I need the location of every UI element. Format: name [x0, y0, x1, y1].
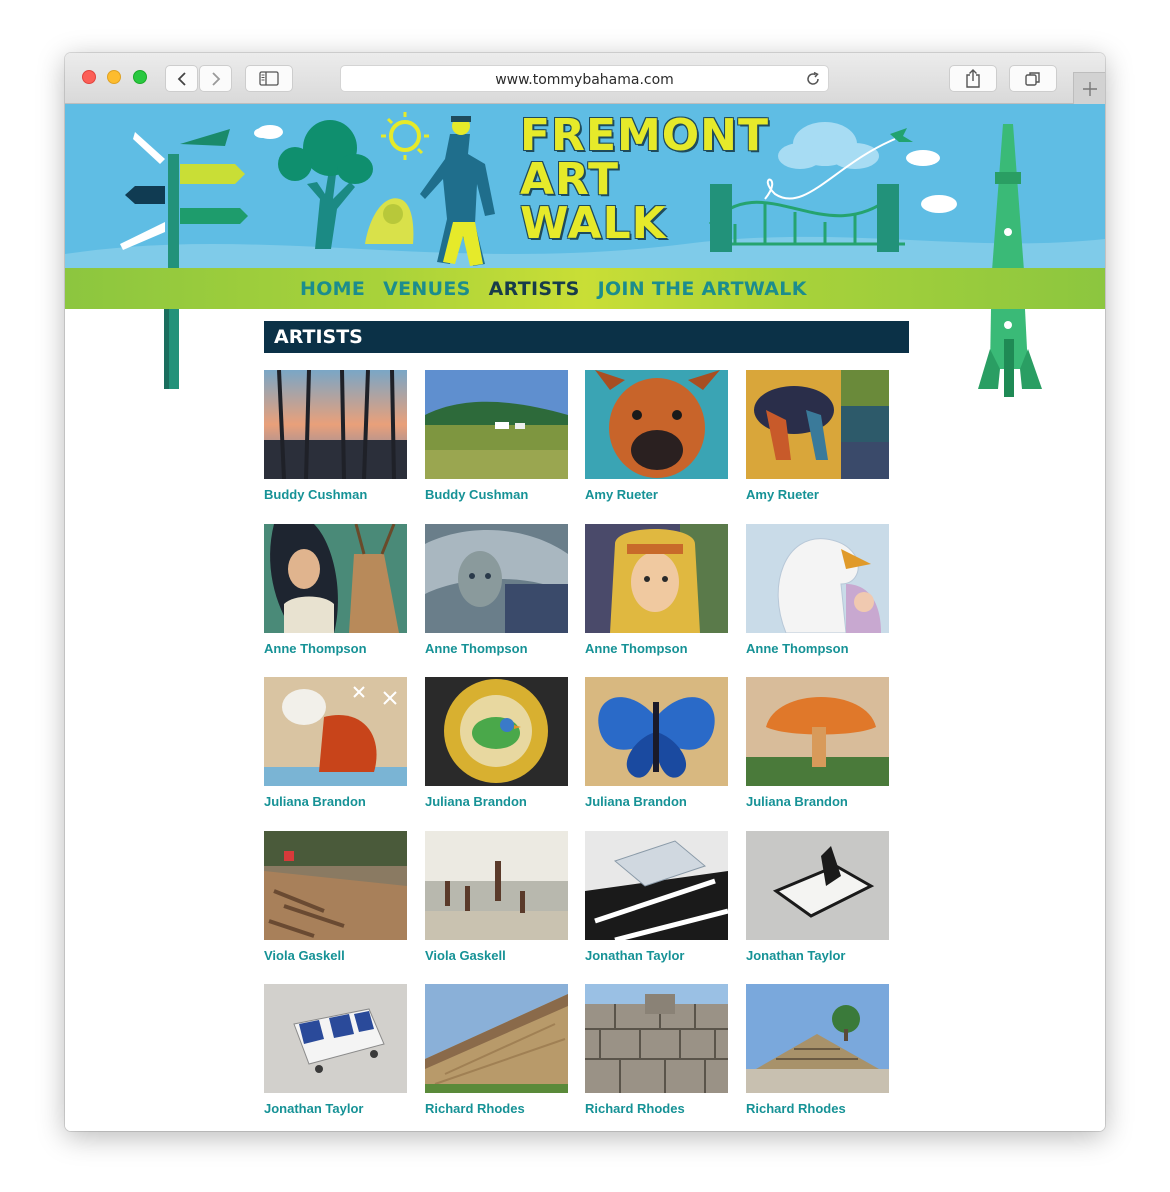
artwork-thumbnail[interactable] [746, 524, 889, 633]
artist-name-link[interactable]: Amy Rueter [585, 487, 728, 502]
artwork-thumbnail[interactable] [585, 831, 728, 940]
browser-toolbar: www.tommybahama.com [65, 53, 1105, 104]
artist-name-link[interactable]: Anne Thompson [425, 641, 568, 656]
artist-name-link[interactable]: Juliana Brandon [746, 794, 889, 809]
page-viewport: FREMONT ART WALK HOME VENUES ARTISTS JOI… [65, 104, 1105, 1131]
artwork-tile: Juliana Brandon [746, 677, 889, 809]
artwork-thumbnail[interactable] [264, 677, 407, 786]
artist-name-link[interactable]: Richard Rhodes [585, 1101, 728, 1116]
nav-artists[interactable]: ARTISTS [489, 278, 580, 300]
nav-home[interactable]: HOME [300, 278, 365, 300]
site-title[interactable]: FREMONT ART WALK [520, 114, 769, 246]
tabs-overview-button[interactable] [1009, 65, 1057, 92]
artwork-tile: Anne Thompson [264, 524, 407, 656]
tabs-icon [1025, 71, 1040, 86]
artwork-tile: Richard Rhodes [746, 984, 889, 1116]
artwork-thumbnail[interactable] [264, 370, 407, 479]
artwork-tile: Juliana Brandon [264, 677, 407, 809]
artwork-tile: Jonathan Taylor [264, 984, 407, 1116]
artist-name-link[interactable]: Buddy Cushman [264, 487, 407, 502]
site-banner: FREMONT ART WALK HOME VENUES ARTISTS JOI… [65, 104, 1105, 309]
share-button[interactable] [949, 65, 997, 92]
artist-name-link[interactable]: Juliana Brandon [264, 794, 407, 809]
sidebar-button[interactable] [245, 65, 293, 92]
artwork-thumbnail[interactable] [425, 831, 568, 940]
forward-button[interactable] [199, 65, 232, 92]
artwork-tile: Anne Thompson [585, 524, 728, 656]
artwork-tile: Amy Rueter [746, 370, 889, 502]
reload-icon[interactable] [805, 71, 821, 87]
artist-name-link[interactable]: Anne Thompson [746, 641, 889, 656]
artwork-tile: Juliana Brandon [585, 677, 728, 809]
artwork-tile: Viola Gaskell [425, 831, 568, 963]
space-needle-base [978, 309, 1042, 397]
artist-name-link[interactable]: Viola Gaskell [264, 948, 407, 963]
artwork-thumbnail[interactable] [585, 677, 728, 786]
back-button[interactable] [165, 65, 198, 92]
nav-venues[interactable]: VENUES [383, 278, 470, 300]
artwork-thumbnail[interactable] [585, 524, 728, 633]
main-nav: HOME VENUES ARTISTS JOIN THE ARTWALK [300, 278, 807, 300]
artist-name-link[interactable]: Juliana Brandon [585, 794, 728, 809]
artwork-tile: Richard Rhodes [585, 984, 728, 1116]
artwork-thumbnail[interactable] [746, 984, 889, 1093]
artwork-tile: Buddy Cushman [264, 370, 407, 502]
signpost-base [164, 309, 179, 389]
artist-name-link[interactable]: Anne Thompson [264, 641, 407, 656]
artist-name-link[interactable]: Jonathan Taylor [264, 1101, 407, 1116]
sidebar-icon [259, 71, 279, 86]
artwork-tile: Buddy Cushman [425, 370, 568, 502]
minimize-window-button[interactable] [107, 70, 121, 84]
artist-name-link[interactable]: Jonathan Taylor [585, 948, 728, 963]
chevron-right-icon [211, 71, 220, 86]
artwork-thumbnail[interactable] [425, 524, 568, 633]
artist-name-link[interactable]: Viola Gaskell [425, 948, 568, 963]
artwork-tile: Richard Rhodes [425, 984, 568, 1116]
title-line-walk: WALK [520, 198, 667, 249]
artist-name-link[interactable]: Jonathan Taylor [746, 948, 889, 963]
artwork-thumbnail[interactable] [264, 984, 407, 1093]
share-icon [966, 69, 980, 88]
artwork-tile: Amy Rueter [585, 370, 728, 502]
artwork-tile: Juliana Brandon [425, 677, 568, 809]
nav-join-the-artwalk[interactable]: JOIN THE ARTWALK [598, 278, 807, 300]
zoom-window-button[interactable] [133, 70, 147, 84]
artwork-thumbnail[interactable] [264, 524, 407, 633]
artist-name-link[interactable]: Buddy Cushman [425, 487, 568, 502]
artwork-tile: Anne Thompson [746, 524, 889, 656]
artwork-thumbnail[interactable] [425, 677, 568, 786]
artwork-tile: Jonathan Taylor [746, 831, 889, 963]
artwork-thumbnail[interactable] [746, 677, 889, 786]
artwork-tile: Jonathan Taylor [585, 831, 728, 963]
artwork-thumbnail[interactable] [425, 370, 568, 479]
artwork-thumbnail[interactable] [264, 831, 407, 940]
plus-icon [1082, 81, 1097, 96]
browser-window: www.tommybahama.com FREMONT ART WALK HOM… [65, 53, 1105, 1131]
artwork-thumbnail[interactable] [746, 831, 889, 940]
artwork-thumbnail[interactable] [585, 370, 728, 479]
artwork-thumbnail[interactable] [585, 984, 728, 1093]
address-text: www.tommybahama.com [495, 72, 674, 88]
artwork-tile: Anne Thompson [425, 524, 568, 656]
artist-name-link[interactable]: Richard Rhodes [425, 1101, 568, 1116]
artist-name-link[interactable]: Amy Rueter [746, 487, 889, 502]
title-line-fremont: FREMONT [520, 110, 770, 161]
new-tab-button[interactable] [1073, 72, 1105, 104]
artwork-tile: Viola Gaskell [264, 831, 407, 963]
address-bar[interactable]: www.tommybahama.com [340, 65, 829, 92]
title-line-art: ART [520, 154, 619, 205]
artwork-thumbnail[interactable] [746, 370, 889, 479]
close-window-button[interactable] [82, 70, 96, 84]
artist-name-link[interactable]: Richard Rhodes [746, 1101, 889, 1116]
artist-name-link[interactable]: Juliana Brandon [425, 794, 568, 809]
section-heading: ARTISTS [264, 321, 909, 353]
artist-name-link[interactable]: Anne Thompson [585, 641, 728, 656]
chevron-left-icon [177, 71, 186, 86]
artwork-thumbnail[interactable] [425, 984, 568, 1093]
